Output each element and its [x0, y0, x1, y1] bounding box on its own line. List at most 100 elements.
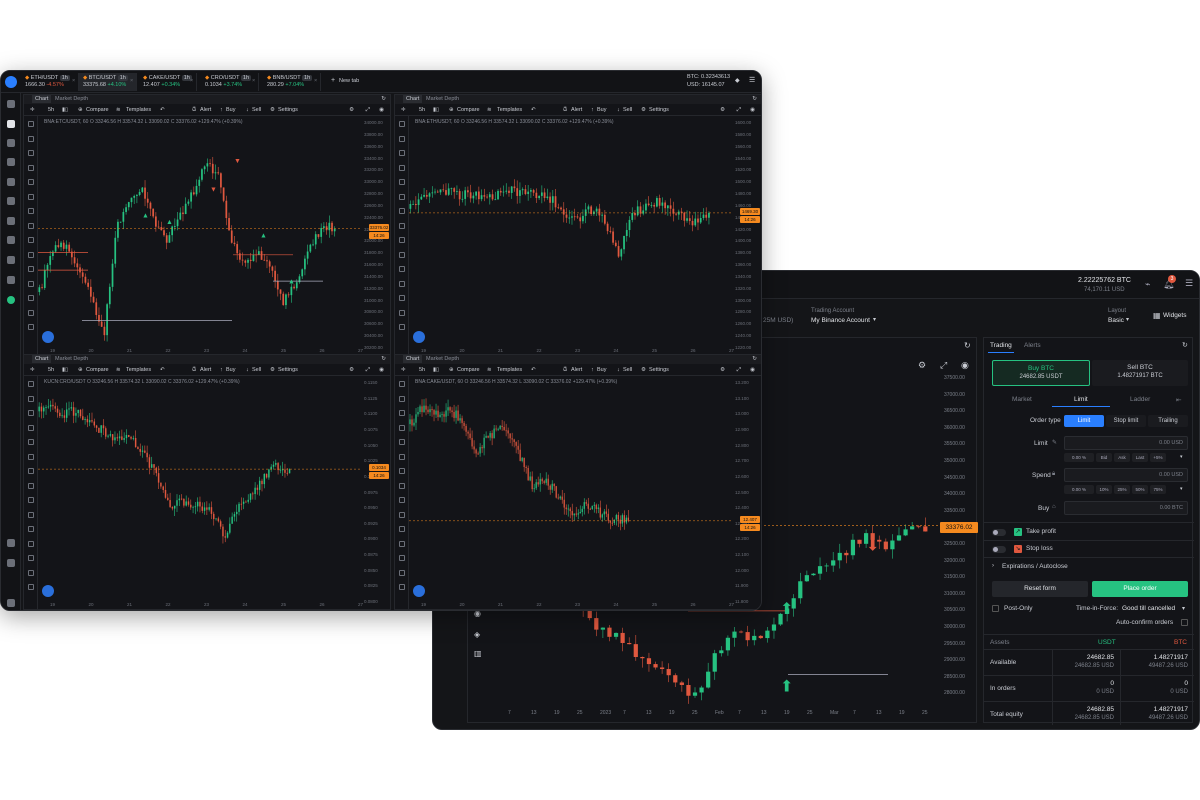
percent-chip[interactable]: 0.00 %	[1064, 453, 1094, 462]
templates-button[interactable]: Templates	[126, 364, 151, 376]
key-icon[interactable]	[7, 217, 15, 225]
gear-icon[interactable]: ⚙	[720, 364, 725, 376]
buy-marker[interactable]: ⬆	[780, 601, 793, 618]
ruler-icon[interactable]	[399, 237, 405, 243]
refresh-icon[interactable]: ↻	[1182, 341, 1188, 349]
brush-icon[interactable]	[28, 164, 34, 171]
ticker-tab-btc-usdt[interactable]: ◆ BTC/USDT 1h 33375.68 +4.10%	[79, 73, 137, 91]
tools-icon[interactable]	[7, 178, 15, 186]
expand-icon[interactable]: ⇤	[1176, 396, 1181, 404]
forecast-icon[interactable]	[28, 468, 34, 474]
fib-icon[interactable]	[399, 410, 405, 416]
buy-marker[interactable]: ▲	[260, 232, 267, 239]
templates-button[interactable]: Templates	[126, 104, 151, 116]
lock-icon[interactable]	[399, 540, 405, 547]
fullscreen-icon[interactable]: ⤢	[737, 364, 741, 376]
camera-icon[interactable]: ◉	[379, 364, 384, 376]
gear-icon[interactable]: ⚙	[349, 364, 354, 376]
refresh-icon[interactable]: ↻	[381, 355, 386, 364]
fib-icon[interactable]	[28, 150, 34, 156]
trendline-icon[interactable]	[399, 135, 405, 142]
trash-icon[interactable]	[399, 584, 405, 590]
pattern-icon[interactable]	[399, 193, 405, 200]
layers-icon[interactable]	[28, 309, 34, 316]
ticker-tab-cro-usdt[interactable]: ◆ CRO/USDT 1h 0.1034 +3.74%	[201, 73, 259, 91]
chart-panel-3[interactable]: Chart Market Depth ↻ ✛ 5h ▮▯ ⊕ Compare ≋ Templat…	[23, 354, 391, 610]
forecast-icon[interactable]	[399, 208, 405, 214]
settings-button[interactable]: Settings	[649, 364, 669, 376]
interval-select[interactable]: 5h	[419, 364, 425, 376]
percent-chip[interactable]: Bid	[1096, 453, 1112, 462]
monitor-icon[interactable]	[7, 539, 15, 547]
reset-form-button[interactable]: Reset form	[992, 581, 1088, 597]
menu-icon[interactable]: ☰	[1185, 278, 1193, 289]
ticker-tab-cake-usdt[interactable]: ◆ CAKE/USDT 1h 12.407 +0.34%	[139, 73, 197, 91]
ruler-icon[interactable]	[28, 497, 34, 503]
tab-limit[interactable]: Limit	[1074, 396, 1088, 403]
buy-marker[interactable]: ▲	[142, 213, 149, 220]
buy-button[interactable]: Buy	[226, 364, 235, 376]
buy-button[interactable]: Buy	[597, 364, 606, 376]
trendline-icon[interactable]	[399, 395, 405, 402]
tab-market-depth[interactable]: Market Depth	[55, 356, 88, 362]
pattern-icon[interactable]	[28, 453, 34, 460]
lock-icon[interactable]	[28, 280, 34, 287]
order-type-limit[interactable]: Limit	[1064, 415, 1104, 427]
sell-button[interactable]: Sell	[623, 104, 632, 116]
list-icon[interactable]	[7, 139, 15, 147]
refresh-icon[interactable]: ↻	[381, 95, 386, 104]
crosshair-icon[interactable]: ✛	[30, 364, 35, 376]
compare-button[interactable]: Compare	[457, 104, 480, 116]
text-icon[interactable]	[28, 439, 34, 445]
tab-chart[interactable]: Chart	[32, 355, 52, 363]
settings-button[interactable]: Settings	[278, 104, 298, 116]
trash-icon[interactable]	[28, 584, 34, 590]
post-only-checkbox[interactable]	[992, 605, 999, 612]
crosshair-icon[interactable]: ✛	[401, 364, 406, 376]
undo-icon[interactable]: ↶	[160, 364, 165, 376]
candles-icon[interactable]: ▮▯	[62, 364, 68, 376]
buy-input[interactable]: 0.00 BTC	[1064, 501, 1188, 515]
status-icon[interactable]	[7, 296, 15, 304]
wallet-icon[interactable]	[7, 197, 15, 205]
notifications-icon[interactable]: ◆	[735, 77, 740, 84]
order-type-trailing[interactable]: Trailing	[1148, 415, 1188, 427]
camera-icon[interactable]: ◉	[750, 104, 755, 116]
stop-loss-toggle[interactable]	[992, 546, 1006, 553]
ticker-tab-eth-usdt[interactable]: ◆ ETH/USDT 1h 1666.30 -4.57%	[21, 73, 79, 91]
tab-market-depth[interactable]: Market Depth	[426, 356, 459, 362]
arrow-left-icon[interactable]	[28, 482, 34, 489]
chevron-down-icon[interactable]: ▾	[1180, 486, 1183, 492]
zoom-icon[interactable]	[28, 251, 34, 258]
candles-icon[interactable]: ▮▯	[433, 104, 439, 116]
percent-chip[interactable]: Last	[1132, 453, 1148, 462]
crosshair-icon[interactable]: ✛	[401, 104, 406, 116]
menu-icon[interactable]: ☰	[749, 76, 755, 84]
trendline-icon[interactable]	[28, 395, 34, 402]
eye-icon[interactable]	[399, 295, 405, 301]
brush-icon[interactable]	[399, 424, 405, 431]
tab-ladder[interactable]: Ladder	[1130, 396, 1150, 403]
brush-icon[interactable]	[399, 164, 405, 171]
templates-button[interactable]: Templates	[497, 104, 522, 116]
auto-confirm-checkbox[interactable]	[1181, 619, 1188, 626]
take-profit-toggle[interactable]	[992, 529, 1006, 536]
layers-icon[interactable]: ◈	[474, 630, 480, 639]
interval-select[interactable]: 5h	[48, 104, 54, 116]
fullscreen-icon[interactable]: ⤢	[940, 360, 947, 371]
compare-button[interactable]: Compare	[86, 104, 109, 116]
limit-input[interactable]: 0.00 USD	[1064, 436, 1188, 450]
magnet-icon[interactable]	[28, 266, 34, 272]
templates-button[interactable]: Templates	[497, 364, 522, 376]
fib-icon[interactable]	[399, 150, 405, 156]
arrow-left-icon[interactable]	[28, 222, 34, 229]
magnet-icon[interactable]	[28, 526, 34, 532]
chart-panel-4[interactable]: Chart Market Depth ↻ ✛ 5h ▮▯ ⊕ Compare ≋ Templat…	[394, 354, 761, 610]
settings-button[interactable]: Settings	[649, 104, 669, 116]
expand-icon[interactable]	[7, 599, 15, 607]
download-icon[interactable]	[7, 559, 15, 567]
settings-button[interactable]: Settings	[278, 364, 298, 376]
arrow-left-icon[interactable]	[399, 482, 405, 489]
buy-button[interactable]: Buy	[226, 104, 235, 116]
text-icon[interactable]	[28, 179, 34, 185]
